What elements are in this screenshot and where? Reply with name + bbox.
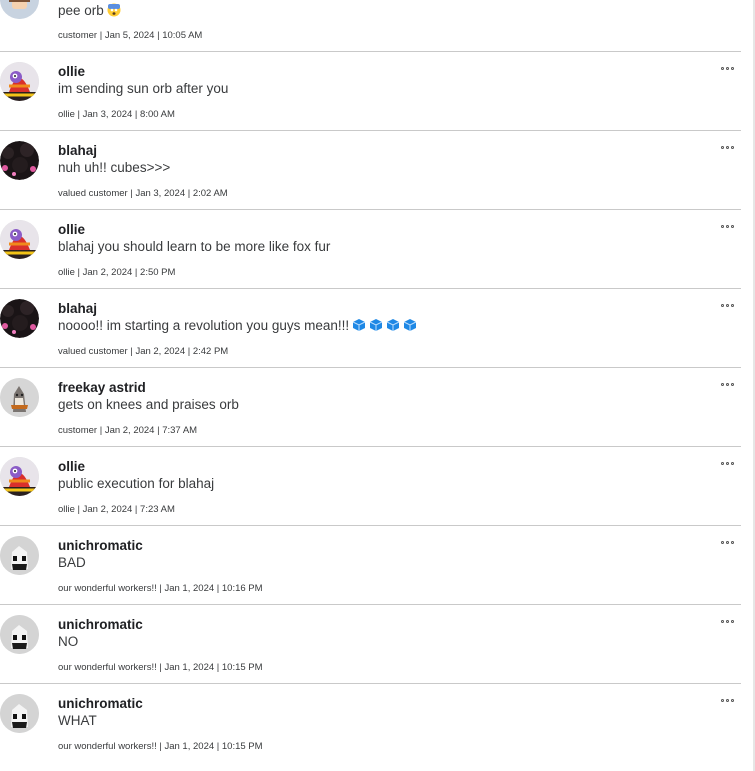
avatar[interactable]	[0, 0, 39, 19]
scared-face-icon	[107, 3, 121, 20]
blue-cube-icon	[403, 318, 417, 335]
comment-item: blahaj nuh uh!! cubes>>> valued customer…	[0, 131, 741, 210]
comment-author[interactable]: unichromatic	[58, 617, 143, 632]
comment-body: noooo!! im starting a revolution you guy…	[58, 318, 417, 335]
comment-item: freekay astrid gets on knees and praises…	[0, 368, 741, 447]
more-options-icon[interactable]	[721, 617, 737, 627]
comment-item: unichromatic NO our wonderful workers!! …	[0, 605, 741, 684]
comment-meta: valued customer | Jan 3, 2024 | 2:02 AM	[58, 188, 228, 199]
comment-meta: customer | Jan 2, 2024 | 7:37 AM	[58, 425, 198, 436]
comment-meta: our wonderful workers!! | Jan 1, 2024 | …	[58, 662, 263, 673]
comment-body: blahaj you should learn to be more like …	[58, 239, 331, 254]
comment-meta: ollie | Jan 3, 2024 | 8:00 AM	[58, 109, 175, 120]
comment-item: ollie public execution for blahaj ollie …	[0, 447, 741, 526]
more-options-icon[interactable]	[721, 301, 737, 311]
comment-meta: valued customer | Jan 2, 2024 | 2:42 PM	[58, 346, 229, 357]
comment-body: BAD	[58, 555, 86, 570]
avatar[interactable]	[0, 615, 39, 654]
more-options-icon[interactable]	[721, 380, 737, 390]
comment-meta: customer | Jan 5, 2024 | 10:05 AM	[58, 30, 203, 41]
more-options-icon[interactable]	[721, 143, 737, 153]
comment-author[interactable]: ollie	[58, 222, 85, 237]
comment-body: NO	[58, 634, 79, 649]
comment-author[interactable]: unichromatic	[58, 696, 143, 711]
comment-item: pee orb customer | Jan 5, 2024 | 10:05 A…	[0, 0, 741, 52]
comment-meta: ollie | Jan 2, 2024 | 7:23 AM	[58, 504, 175, 515]
blue-cube-icon	[352, 318, 366, 335]
avatar[interactable]	[0, 536, 39, 575]
comment-author[interactable]: blahaj	[58, 143, 97, 158]
avatar[interactable]	[0, 457, 39, 496]
comment-item: ollie blahaj you should learn to be more…	[0, 210, 741, 289]
comment-item: unichromatic WHAT our wonderful workers!…	[0, 684, 741, 763]
more-options-icon[interactable]	[721, 64, 737, 74]
comment-body: im sending sun orb after you	[58, 81, 229, 96]
avatar[interactable]	[0, 141, 39, 180]
comment-meta: ollie | Jan 2, 2024 | 2:50 PM	[58, 267, 176, 278]
more-options-icon[interactable]	[721, 459, 737, 469]
more-options-icon[interactable]	[721, 538, 737, 548]
comment-body: pee orb	[58, 3, 121, 20]
comment-body: public execution for blahaj	[58, 476, 215, 491]
blue-cube-icon	[386, 318, 400, 335]
comment-author[interactable]: blahaj	[58, 301, 97, 316]
avatar[interactable]	[0, 694, 39, 733]
avatar[interactable]	[0, 378, 39, 417]
comment-body: WHAT	[58, 713, 97, 728]
comment-body: gets on knees and praises orb	[58, 397, 239, 412]
avatar[interactable]	[0, 220, 39, 259]
comment-author[interactable]: ollie	[58, 459, 85, 474]
avatar[interactable]	[0, 299, 39, 338]
comment-author[interactable]: freekay astrid	[58, 380, 146, 395]
comment-author[interactable]: ollie	[58, 64, 85, 79]
more-options-icon[interactable]	[721, 696, 737, 706]
comment-meta: our wonderful workers!! | Jan 1, 2024 | …	[58, 741, 263, 752]
avatar[interactable]	[0, 62, 39, 101]
comment-item: ollie im sending sun orb after you ollie…	[0, 52, 741, 131]
comment-item: unichromatic BAD our wonderful workers!!…	[0, 526, 741, 605]
comment-feed: pee orb customer | Jan 5, 2024 | 10:05 A…	[0, 0, 741, 763]
comment-author[interactable]: unichromatic	[58, 538, 143, 553]
comment-item: blahaj noooo!! im starting a revolution …	[0, 289, 741, 368]
comment-body: nuh uh!! cubes>>>	[58, 160, 171, 175]
comment-meta: our wonderful workers!! | Jan 1, 2024 | …	[58, 583, 263, 594]
more-options-icon[interactable]	[721, 222, 737, 232]
blue-cube-icon	[369, 318, 383, 335]
